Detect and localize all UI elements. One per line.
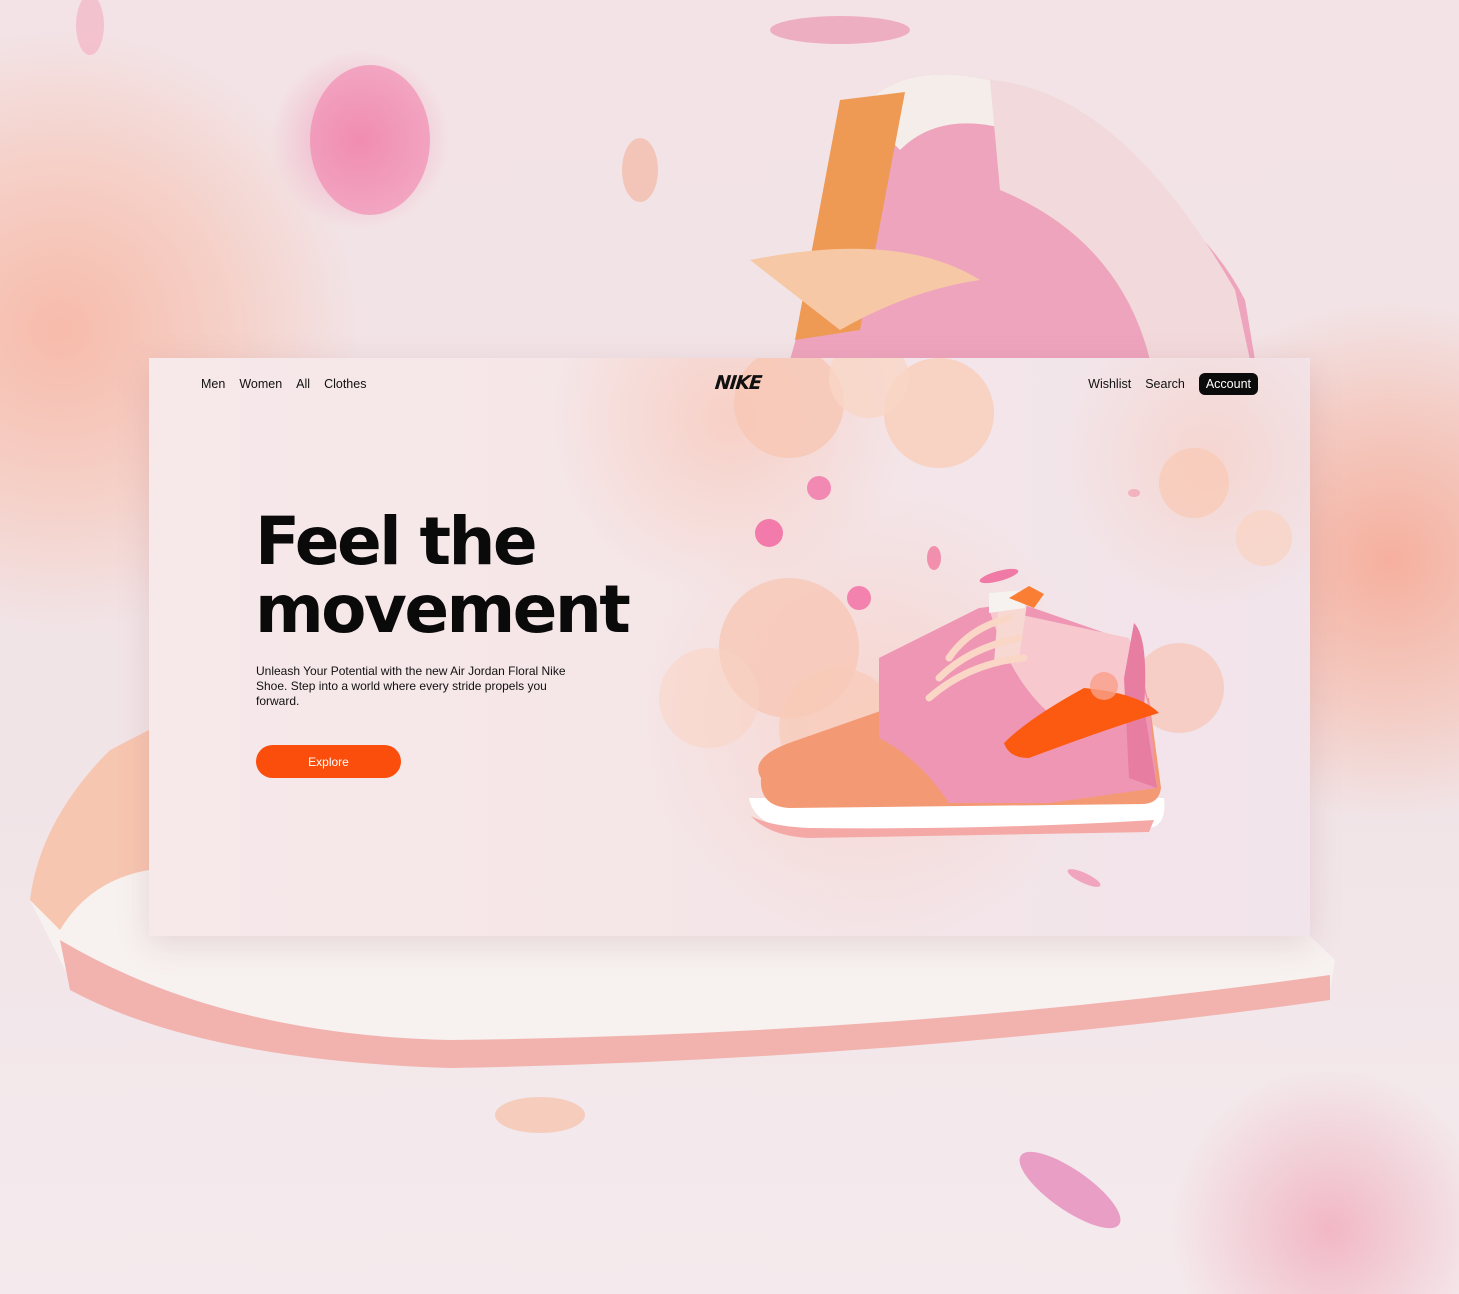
nav-link-wishlist[interactable]: Wishlist [1088, 377, 1131, 391]
hero-title-line-1: Feel the [255, 503, 538, 580]
account-button[interactable]: Account [1198, 373, 1258, 395]
hero-description: Unleash Your Potential with the new Air … [256, 664, 566, 708]
category-links: Men Women All Clothes [201, 377, 366, 391]
nike-logo[interactable]: NIKE [714, 372, 762, 394]
explore-button[interactable]: Explore [256, 745, 401, 778]
hero-title: Feel the movement [255, 503, 631, 648]
hero-title-line-2: movement [255, 571, 631, 648]
nav-link-women[interactable]: Women [239, 377, 282, 391]
nav-link-search[interactable]: Search [1145, 377, 1185, 391]
nav-link-all[interactable]: All [296, 377, 310, 391]
user-links: Wishlist Search Account [1088, 373, 1258, 395]
top-navigation: Men Women All Clothes NIKE Wishlist Sear… [149, 358, 1310, 410]
nav-link-men[interactable]: Men [201, 377, 225, 391]
nav-link-clothes[interactable]: Clothes [324, 377, 366, 391]
website-hero-card: Men Women All Clothes NIKE Wishlist Sear… [149, 358, 1310, 936]
